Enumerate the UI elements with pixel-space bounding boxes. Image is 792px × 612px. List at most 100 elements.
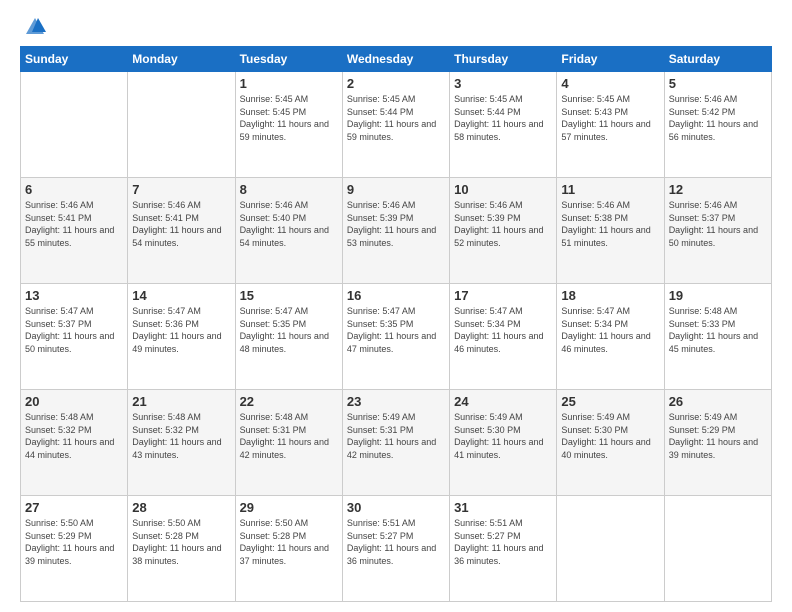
calendar-week-row: 1 Sunrise: 5:45 AMSunset: 5:45 PMDaylight… [21, 72, 772, 178]
day-number: 19 [669, 288, 767, 303]
day-number: 9 [347, 182, 445, 197]
calendar-cell: 21Sunrise: 5:48 AMSunset: 5:32 PMDayligh… [128, 390, 235, 496]
calendar-cell: 22 Sunrise: 5:48 AMSunset: 5:31 PMDayligh… [235, 390, 342, 496]
day-info: Sunrise: 5:46 AMSunset: 5:41 PMDaylight:… [132, 199, 230, 249]
weekday-header-thursday: Thursday [450, 47, 557, 72]
day-number: 30 [347, 500, 445, 515]
day-number: 29 [240, 500, 338, 515]
day-number: 5 [669, 76, 767, 91]
day-number: 31 [454, 500, 552, 515]
day-number: 17 [454, 288, 552, 303]
calendar-cell: 17 Sunrise: 5:47 AMSunset: 5:34 PMDayligh… [450, 284, 557, 390]
day-info: Sunrise: 5:48 AMSunset: 5:32 PMDaylight:… [25, 411, 123, 461]
calendar-cell: 12 Sunrise: 5:46 AMSunset: 5:37 PMDayligh… [664, 178, 771, 284]
calendar-cell: 9 Sunrise: 5:46 AMSunset: 5:39 PMDaylight… [342, 178, 449, 284]
day-number: 12 [669, 182, 767, 197]
day-info: Sunrise: 5:45 AMSunset: 5:45 PMDaylight:… [240, 93, 338, 143]
day-number: 4 [561, 76, 659, 91]
calendar-cell [128, 72, 235, 178]
day-info: Sunrise: 5:50 AMSunset: 5:28 PMDaylight:… [240, 517, 338, 567]
calendar-table: SundayMondayTuesdayWednesdayThursdayFrid… [20, 46, 772, 602]
day-info: Sunrise: 5:46 AMSunset: 5:42 PMDaylight:… [669, 93, 767, 143]
day-number: 24 [454, 394, 552, 409]
calendar-week-row: 6 Sunrise: 5:46 AMSunset: 5:41 PMDaylight… [21, 178, 772, 284]
calendar-cell: 6 Sunrise: 5:46 AMSunset: 5:41 PMDaylight… [21, 178, 128, 284]
calendar-week-row: 20 Sunrise: 5:48 AMSunset: 5:32 PMDayligh… [21, 390, 772, 496]
day-info: Sunrise: 5:50 AMSunset: 5:28 PMDaylight:… [132, 517, 230, 567]
logo-area [20, 16, 48, 38]
logo [20, 16, 48, 38]
calendar-cell: 30 Sunrise: 5:51 AMSunset: 5:27 PMDayligh… [342, 496, 449, 602]
calendar-cell: 27Sunrise: 5:50 AMSunset: 5:29 PMDayligh… [21, 496, 128, 602]
calendar-cell: 4 Sunrise: 5:45 AMSunset: 5:43 PMDaylight… [557, 72, 664, 178]
calendar-cell: 18 Sunrise: 5:47 AMSunset: 5:34 PMDayligh… [557, 284, 664, 390]
day-number: 11 [561, 182, 659, 197]
day-number: 26 [669, 394, 767, 409]
day-number: 25 [561, 394, 659, 409]
day-info: Sunrise: 5:47 AMSunset: 5:34 PMDaylight:… [561, 305, 659, 355]
day-info: Sunrise: 5:49 AMSunset: 5:30 PMDaylight:… [561, 411, 659, 461]
calendar-cell: 1 Sunrise: 5:45 AMSunset: 5:45 PMDaylight… [235, 72, 342, 178]
weekday-header-sunday: Sunday [21, 47, 128, 72]
day-info: Sunrise: 5:47 AMSunset: 5:34 PMDaylight:… [454, 305, 552, 355]
calendar-cell: 16 Sunrise: 5:47 AMSunset: 5:35 PMDayligh… [342, 284, 449, 390]
day-info: Sunrise: 5:47 AMSunset: 5:36 PMDaylight:… [132, 305, 230, 355]
day-number: 16 [347, 288, 445, 303]
day-info: Sunrise: 5:51 AMSunset: 5:27 PMDaylight:… [454, 517, 552, 567]
day-number: 3 [454, 76, 552, 91]
day-info: Sunrise: 5:46 AMSunset: 5:39 PMDaylight:… [347, 199, 445, 249]
calendar-cell: 14 Sunrise: 5:47 AMSunset: 5:36 PMDayligh… [128, 284, 235, 390]
day-number: 18 [561, 288, 659, 303]
calendar-cell: 28 Sunrise: 5:50 AMSunset: 5:28 PMDayligh… [128, 496, 235, 602]
calendar-week-row: 27Sunrise: 5:50 AMSunset: 5:29 PMDayligh… [21, 496, 772, 602]
calendar-cell: 11Sunrise: 5:46 AMSunset: 5:38 PMDayligh… [557, 178, 664, 284]
day-info: Sunrise: 5:49 AMSunset: 5:29 PMDaylight:… [669, 411, 767, 461]
day-number: 14 [132, 288, 230, 303]
calendar-cell: 20 Sunrise: 5:48 AMSunset: 5:32 PMDayligh… [21, 390, 128, 496]
logo-icon [24, 16, 46, 38]
weekday-header-monday: Monday [128, 47, 235, 72]
calendar-cell: 25 Sunrise: 5:49 AMSunset: 5:30 PMDayligh… [557, 390, 664, 496]
day-number: 1 [240, 76, 338, 91]
day-info: Sunrise: 5:47 AMSunset: 5:37 PMDaylight:… [25, 305, 123, 355]
day-info: Sunrise: 5:49 AMSunset: 5:31 PMDaylight:… [347, 411, 445, 461]
day-info: Sunrise: 5:51 AMSunset: 5:27 PMDaylight:… [347, 517, 445, 567]
day-info: Sunrise: 5:47 AMSunset: 5:35 PMDaylight:… [240, 305, 338, 355]
day-number: 28 [132, 500, 230, 515]
calendar-week-row: 13 Sunrise: 5:47 AMSunset: 5:37 PMDayligh… [21, 284, 772, 390]
calendar-cell: 24 Sunrise: 5:49 AMSunset: 5:30 PMDayligh… [450, 390, 557, 496]
day-info: Sunrise: 5:46 AMSunset: 5:37 PMDaylight:… [669, 199, 767, 249]
day-info: Sunrise: 5:45 AMSunset: 5:44 PMDaylight:… [454, 93, 552, 143]
header [20, 16, 772, 38]
weekday-header-saturday: Saturday [664, 47, 771, 72]
calendar-cell: 13 Sunrise: 5:47 AMSunset: 5:37 PMDayligh… [21, 284, 128, 390]
day-info: Sunrise: 5:46 AMSunset: 5:41 PMDaylight:… [25, 199, 123, 249]
day-number: 15 [240, 288, 338, 303]
calendar-cell: 26 Sunrise: 5:49 AMSunset: 5:29 PMDayligh… [664, 390, 771, 496]
calendar-cell: 29 Sunrise: 5:50 AMSunset: 5:28 PMDayligh… [235, 496, 342, 602]
weekday-header-row: SundayMondayTuesdayWednesdayThursdayFrid… [21, 47, 772, 72]
day-info: Sunrise: 5:46 AMSunset: 5:40 PMDaylight:… [240, 199, 338, 249]
day-info: Sunrise: 5:48 AMSunset: 5:31 PMDaylight:… [240, 411, 338, 461]
day-number: 21 [132, 394, 230, 409]
calendar-cell: 5 Sunrise: 5:46 AMSunset: 5:42 PMDaylight… [664, 72, 771, 178]
weekday-header-tuesday: Tuesday [235, 47, 342, 72]
day-number: 22 [240, 394, 338, 409]
day-number: 8 [240, 182, 338, 197]
day-number: 2 [347, 76, 445, 91]
calendar-cell [557, 496, 664, 602]
day-info: Sunrise: 5:49 AMSunset: 5:30 PMDaylight:… [454, 411, 552, 461]
day-info: Sunrise: 5:48 AMSunset: 5:33 PMDaylight:… [669, 305, 767, 355]
day-number: 13 [25, 288, 123, 303]
day-number: 20 [25, 394, 123, 409]
day-info: Sunrise: 5:46 AMSunset: 5:39 PMDaylight:… [454, 199, 552, 249]
day-number: 27 [25, 500, 123, 515]
day-number: 23 [347, 394, 445, 409]
day-number: 6 [25, 182, 123, 197]
day-info: Sunrise: 5:45 AMSunset: 5:43 PMDaylight:… [561, 93, 659, 143]
calendar-cell: 31 Sunrise: 5:51 AMSunset: 5:27 PMDayligh… [450, 496, 557, 602]
weekday-header-friday: Friday [557, 47, 664, 72]
calendar-cell [21, 72, 128, 178]
page: SundayMondayTuesdayWednesdayThursdayFrid… [0, 0, 792, 612]
day-info: Sunrise: 5:47 AMSunset: 5:35 PMDaylight:… [347, 305, 445, 355]
